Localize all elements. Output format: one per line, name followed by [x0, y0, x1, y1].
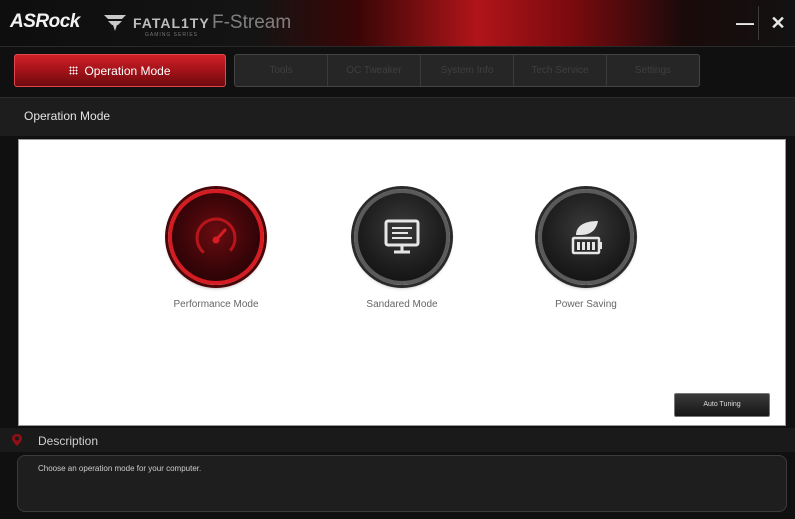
fatality-subtitle: GAMING SERIES — [145, 32, 199, 38]
title-bar[interactable]: ASRock FATAL1TY GAMING SERIES F-Stream —… — [0, 0, 795, 47]
titlebar-divider — [758, 6, 759, 40]
mode-power-saving[interactable]: Power Saving — [535, 189, 637, 310]
leaf-battery-icon — [571, 221, 602, 255]
section-title: Operation Mode — [24, 109, 111, 123]
standard-mode-button[interactable] — [354, 189, 450, 285]
tab-operation-mode[interactable]: Operation Mode — [14, 54, 226, 87]
mode-standard[interactable]: Sandared Mode — [351, 189, 453, 310]
mode-performance[interactable]: Performance Mode — [165, 189, 267, 310]
description-header — [0, 428, 795, 452]
tab-tech-service[interactable]: Tech Service — [514, 55, 607, 86]
power-saving-mode-button[interactable] — [538, 189, 634, 285]
performance-mode-label[interactable]: Performance Mode — [165, 299, 267, 310]
tab-tools[interactable]: Tools — [235, 55, 328, 86]
tab-system-info[interactable]: System Info — [421, 55, 514, 86]
tab-oc-tweaker[interactable]: OC Tweaker — [328, 55, 421, 86]
asrock-logo: ASRock — [10, 11, 80, 32]
minimize-button[interactable]: — — [733, 12, 757, 34]
auto-tuning-button[interactable]: Auto Tuning — [674, 393, 770, 417]
close-button[interactable]: ✕ — [766, 12, 790, 34]
description-text: Choose an operation mode for your comput… — [38, 464, 202, 473]
fatality-logo-icon — [104, 15, 126, 31]
fstream-window: ASRock FATAL1TY GAMING SERIES F-Stream —… — [0, 0, 795, 519]
tab-operation-mode-label: Operation Mode — [84, 63, 171, 78]
grid-icon — [69, 66, 79, 75]
description-title: Description — [38, 434, 99, 448]
window-title: F-Stream — [212, 12, 292, 33]
nav-tabs: Tools OC Tweaker System Info Tech Servic… — [234, 54, 700, 87]
tab-settings[interactable]: Settings — [607, 55, 699, 86]
monitor-icon — [384, 219, 420, 254]
power-saving-mode-label[interactable]: Power Saving — [535, 299, 637, 310]
fatality-wordmark: FATAL1TY — [133, 15, 210, 31]
description-pin-icon — [12, 434, 22, 446]
performance-mode-button[interactable] — [168, 189, 264, 285]
speedometer-icon — [195, 217, 237, 259]
section-header — [0, 97, 795, 136]
standard-mode-label[interactable]: Sandared Mode — [351, 299, 453, 310]
